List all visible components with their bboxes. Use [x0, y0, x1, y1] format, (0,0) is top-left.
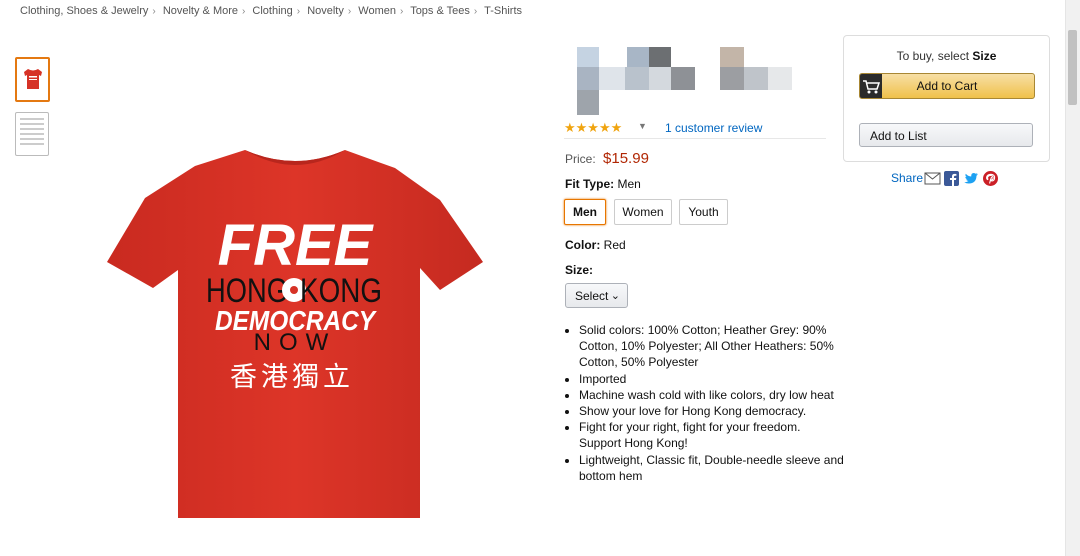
thumbnail-shirt[interactable] — [15, 57, 50, 102]
email-icon[interactable] — [924, 171, 941, 186]
share-label[interactable]: Share — [891, 171, 923, 185]
breadcrumb-item[interactable]: Clothing, Shoes & Jewelry — [20, 5, 148, 17]
list-item: Lightweight, Classic fit, Double-needle … — [579, 452, 844, 484]
fit-option-men[interactable]: Men — [564, 199, 606, 225]
blurred-product-title — [550, 45, 810, 120]
breadcrumb-item[interactable]: Clothing — [252, 5, 292, 17]
fit-type-row: Fit Type: Men — [565, 177, 641, 191]
scrollbar-thumb[interactable] — [1068, 30, 1077, 105]
size-dropdown[interactable]: Select ⌄ — [565, 283, 628, 308]
size-chart-icon — [20, 118, 44, 148]
color-value: Red — [603, 238, 626, 252]
price-row: Price: $15.99 — [565, 150, 649, 167]
add-to-cart-button[interactable]: Add to Cart — [859, 73, 1035, 99]
twitter-icon[interactable] — [963, 171, 979, 186]
rating-row: ★★★★★ ▼ 1 customer review — [564, 120, 826, 139]
price-label: Price: — [565, 152, 596, 166]
feature-bullets: Solid colors: 100% Cotton; Heather Grey:… — [565, 322, 844, 484]
list-item: Fight for your right, fight for your fre… — [579, 419, 844, 451]
list-item: Imported — [579, 371, 844, 387]
breadcrumb-item[interactable]: Tops & Tees — [410, 5, 470, 17]
design-now: NOW — [254, 329, 337, 356]
cart-icon — [860, 74, 882, 98]
color-label: Color: — [565, 238, 601, 252]
buy-caption: To buy, select Size — [844, 49, 1049, 63]
add-to-cart-label: Add to Cart — [916, 79, 978, 93]
breadcrumb-item[interactable]: Novelty — [307, 5, 344, 17]
design-chinese: 香港獨立 — [230, 362, 354, 393]
shirt-thumbnail-icon — [24, 69, 42, 89]
design-free: FREE — [218, 213, 375, 278]
buy-caption-size: Size — [972, 49, 997, 63]
size-dropdown-value: Select — [575, 289, 609, 303]
buy-box: To buy, select Size Add to Cart Add to L… — [843, 35, 1050, 162]
customer-reviews-link[interactable]: 1 customer review — [665, 121, 762, 135]
list-item: Machine wash cold with like colors, dry … — [579, 387, 844, 403]
chevron-down-icon: ⌄ — [610, 290, 620, 302]
add-to-list-label: Add to List — [870, 129, 927, 143]
size-label: Size: — [565, 263, 594, 277]
fit-option-youth[interactable]: Youth — [679, 199, 728, 225]
page-scrollbar[interactable] — [1065, 0, 1080, 556]
list-item: Solid colors: 100% Cotton; Heather Grey:… — [579, 322, 844, 371]
fit-type-label: Fit Type: — [565, 177, 615, 191]
product-image: FREE HONG KONG DEMOCRACY NOW 香港獨立 — [95, 150, 495, 525]
fit-option-women[interactable]: Women — [614, 199, 672, 225]
thumbnail-size-chart[interactable] — [15, 112, 49, 156]
buy-caption-text: To buy, select — [896, 49, 970, 63]
rating-stars[interactable]: ★★★★★ — [564, 120, 622, 136]
list-item: Show your love for Hong Kong democracy. — [579, 403, 844, 419]
pinterest-icon[interactable] — [983, 171, 998, 186]
color-row: Color: Red — [565, 238, 626, 252]
breadcrumb-item[interactable]: Women — [358, 5, 396, 17]
breadcrumb: Clothing, Shoes & Jewelry › Novelty & Mor… — [20, 5, 523, 17]
chevron-down-icon[interactable]: ▼ — [638, 121, 647, 131]
price-value: $15.99 — [603, 150, 649, 167]
thumbnail-strip — [15, 57, 50, 166]
breadcrumb-item[interactable]: Novelty & More — [163, 5, 238, 17]
share-row: Share — [891, 171, 998, 187]
facebook-icon[interactable] — [944, 171, 959, 186]
size-row: Size: — [565, 263, 593, 277]
fit-type-value: Men — [617, 177, 641, 191]
breadcrumb-item[interactable]: T-Shirts — [484, 5, 522, 17]
add-to-list-button[interactable]: Add to List — [859, 123, 1033, 147]
